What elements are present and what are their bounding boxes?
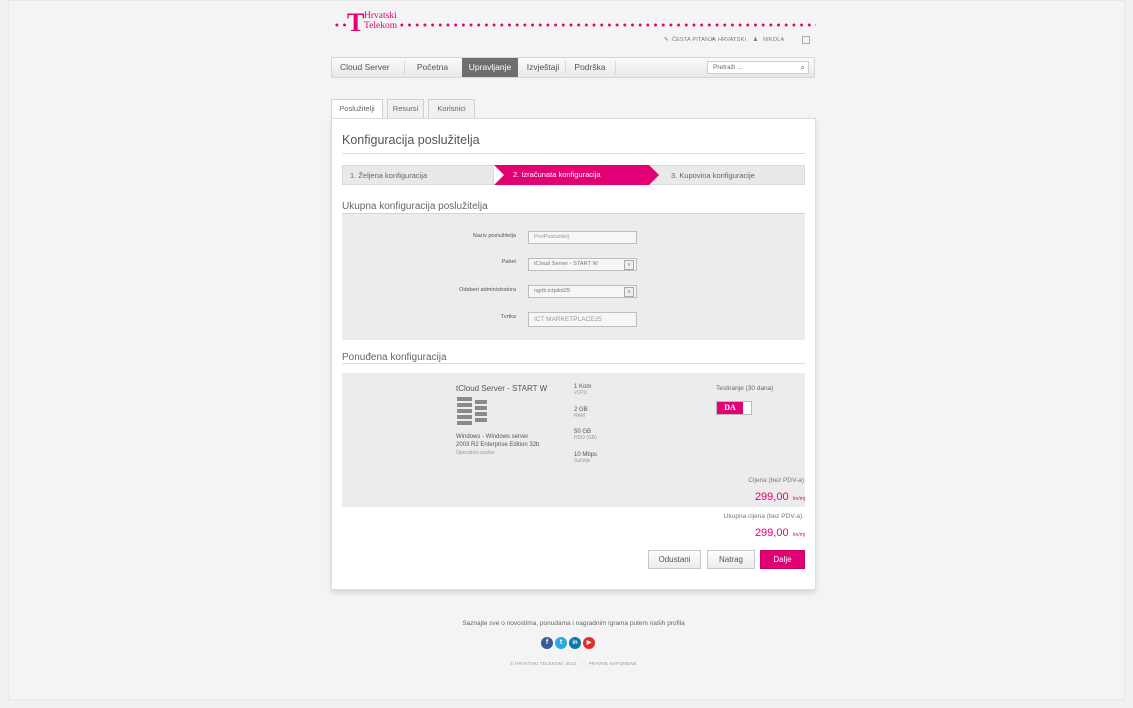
linkedin-icon[interactable]: in [569,637,581,649]
back-button[interactable]: Natrag [707,550,755,569]
spec-cpu-label: vCPU [574,390,588,396]
youtube-icon[interactable]: ▶ [583,637,595,649]
os-line-1: Windows - Windows server [456,434,529,440]
nav-izvjestaji[interactable]: Izvještaji [522,58,564,77]
cancel-button[interactable]: Odustani [648,550,701,569]
os-line-2: 2003 R2 Enterprise Edition 32b [456,442,540,448]
field-label-company: Tvrtka [500,314,516,320]
facebook-glyph: f [545,639,549,646]
chevron-down-icon[interactable]: v [624,260,634,270]
testing-label: Testiranje (30 dana) [716,385,774,392]
admin-select[interactable]: ngrib.ictpilot25 v [528,285,637,298]
package-value: tCloud Server - START W [534,261,598,267]
search-icon[interactable]: ⌕ [801,63,805,72]
offer-divider [342,363,805,364]
legal-link[interactable]: PRAVNE NAPOMENE [589,661,637,666]
spec-hdd: 50 GB HDD (GB) [574,429,597,441]
total-value: 299,00 [754,527,789,539]
user-link[interactable]: NIKOLA [763,37,784,43]
nav-separator [615,61,616,74]
brand-name: Hrvatski Telekom [364,11,398,31]
total-price: 299,00 kn/mj [700,523,805,541]
nav-cloud-server[interactable]: Cloud Server [332,58,402,77]
total-label: Ukupna cijena (bez PDV-a): [723,513,804,520]
main-navbar: Cloud Server Početna Upravljanje Izvješt… [331,57,815,78]
price-value: 299,00 [754,491,789,503]
admin-value: ngrib.ictpilot25 [534,288,571,294]
brand-logo[interactable]: T [347,10,364,36]
nav-upravljanje[interactable]: Upravljanje [462,58,518,77]
spec-ram: 2 GB RAM [574,407,588,419]
step-3: 3. Kupovina konfiguracije [649,165,805,185]
footer-social-text: Saznajte sve o novostima, ponudama i nag… [462,620,685,627]
server-config-heading: Ukupna konfiguracija poslužitelja [342,201,488,212]
twitter-icon[interactable]: t [555,637,567,649]
chevron-down-icon[interactable]: v [624,287,634,297]
testing-toggle-on: DA [717,402,743,414]
package-select[interactable]: tCloud Server - START W v [528,258,637,271]
tab-posluzitelji[interactable]: Poslužitelji [331,99,383,120]
language-link[interactable]: HRVATSKI [718,37,746,43]
field-label-package: Paket [501,259,516,265]
company-field[interactable]: ICT MARKETPLACE25 [528,312,637,327]
twitter-glyph: t [559,639,563,646]
nav-pocetna[interactable]: Početna [405,58,460,77]
language-icon: ↗ [710,37,715,43]
youtube-glyph: ▶ [586,640,592,646]
offer-heading: Ponuđena konfiguracija [342,352,447,363]
os-description: Windows - Windows server 2003 R2 Enterpr… [456,433,539,457]
price-unit: kn/mj [793,496,805,502]
faq-icon: ✎ [664,37,669,43]
step-2-active: 2. Izračunata konfiguracija [494,165,649,185]
step-1: 1. Željena konfiguracija [342,165,494,185]
spec-bandwidth-label: Sučelje [574,458,591,464]
field-label-admin: Odaberi administratora [459,287,516,293]
total-unit: kn/mj [793,532,805,538]
spec-hdd-label: HDD (GB) [574,435,597,441]
testing-toggle[interactable]: DA [716,401,752,415]
brand-dots-right [398,23,816,27]
search-input[interactable]: Pretraži ... ⌕ [707,61,809,74]
user-icon: ♟ [753,37,759,43]
server-name-field[interactable]: PrviPosluzitelj [528,231,637,244]
price-label: Cijena (bez PDV-a) [748,477,804,484]
package-name: tCloud Server - START W [456,384,548,393]
price: 299,00 kn/mj [720,487,805,505]
footer-copyright: © HRVATSKI TELEKOM, 2012 | PRAVNE NAPOME… [510,661,637,666]
tab-korisnici[interactable]: Korisnici [428,99,475,119]
spec-ram-label: RAM [574,413,586,419]
step-2-arrow [649,165,659,185]
os-label: Operativni sustav [456,450,495,456]
company-value: ICT MARKETPLACE25 [534,316,602,323]
title-divider [342,153,805,154]
step-2-notch [494,165,504,185]
linkedin-glyph: in [572,640,578,646]
facebook-icon[interactable]: f [541,637,553,649]
field-label-name: Naziv poslužitelja [472,233,516,239]
tab-resursi[interactable]: Resursi [387,99,424,119]
server-icon [457,397,491,425]
step-1-arrow [484,165,494,185]
spec-cpu: 1 Kom vCPU [574,384,591,396]
page-title: Konfiguracija poslužitelja [342,133,480,147]
nav-podrska[interactable]: Podrška [566,58,614,77]
search-placeholder: Pretraži ... [713,64,743,71]
brand-dots-left [333,23,346,27]
copyright-text: © HRVATSKI TELEKOM, 2012 [510,661,577,666]
server-name-value: PrviPosluzitelj [534,234,569,240]
next-button[interactable]: Dalje [760,550,805,569]
spec-bandwidth: 10 Mbps Sučelje [574,452,597,464]
logout-icon[interactable] [802,36,810,44]
brand-name-line2: Telekom [364,20,398,31]
